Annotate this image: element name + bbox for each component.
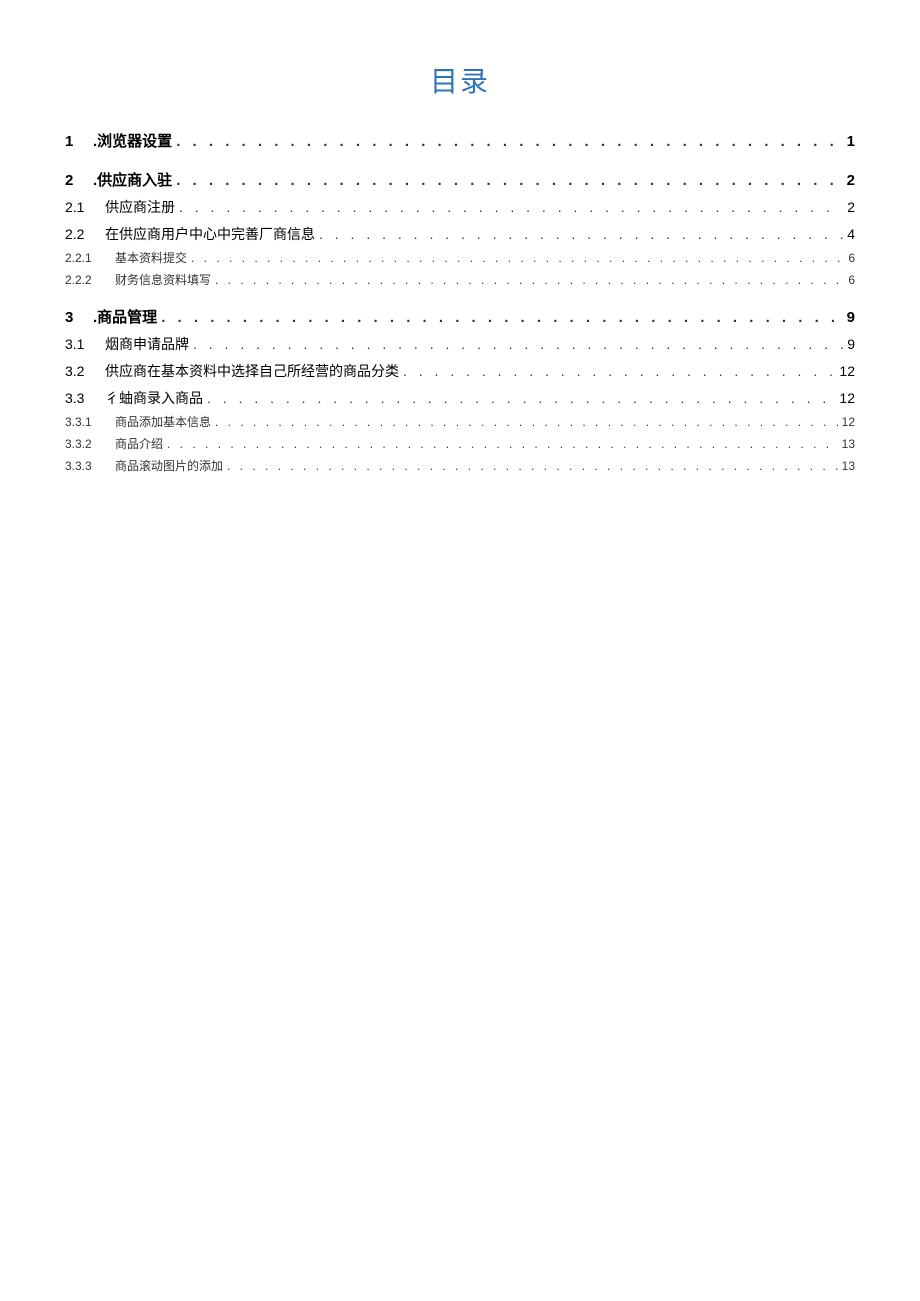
- toc-entry[interactable]: 3.3彳蚰商录入商品. . . . . . . . . . . . . . . …: [65, 388, 855, 408]
- toc-leader-dots: . . . . . . . . . . . . . . . . . . . . …: [207, 390, 835, 406]
- toc-leader-dots: . . . . . . . . . . . . . . . . . . . . …: [319, 226, 843, 242]
- toc-entry[interactable]: 2.2.1基本资料提交 . . . . . . . . . . . . . . .…: [65, 249, 855, 266]
- toc-entry-number: 3: [65, 309, 93, 326]
- toc-entry[interactable]: 2.2在供应商用户中心中完善厂商信息. . . . . . . . . . . …: [65, 224, 855, 244]
- toc-entry-page: 9: [847, 336, 855, 352]
- toc-entry-number: 3.3.2: [65, 437, 115, 451]
- toc-leader-dots: . . . . . . . . . . . . . . . . . . . . …: [176, 133, 842, 150]
- toc-leader-dots: . . . . . . . . . . . . . . . . . . . . …: [167, 437, 838, 451]
- toc-entry[interactable]: 3.3.2商品介绍 . . . . . . . . . . . . . . . .…: [65, 435, 855, 452]
- toc-entry[interactable]: 2. 供应商入驻. . . . . . . . . . . . . . . . …: [65, 169, 855, 190]
- toc-entry-page: 12: [839, 363, 855, 379]
- toc-entry[interactable]: 1.浏览器设置. . . . . . . . . . . . . . . . .…: [65, 130, 855, 151]
- toc-entry-text: 商品添加基本信息: [115, 413, 211, 430]
- toc-entry[interactable]: 3.3.3商品滚动图片的添加 . . . . . . . . . . . . . …: [65, 457, 855, 474]
- toc-entry-text: 在供应商用户中心中完善厂商信息: [105, 224, 315, 244]
- toc-entry-number: 2.2: [65, 226, 105, 242]
- toc-entry-text: 商品介绍: [115, 435, 163, 452]
- toc-entry-number: 2.2.2: [65, 273, 115, 287]
- toc-leader-dots: . . . . . . . . . . . . . . . . . . . . …: [176, 172, 842, 189]
- toc-entry-page: 13: [842, 437, 855, 451]
- toc-entry-number: 2.1: [65, 199, 105, 215]
- toc-entry-page: 6: [848, 273, 855, 287]
- toc-entry-text: 烟商申请品牌: [105, 334, 189, 354]
- toc-entry-number: 2: [65, 172, 93, 189]
- toc-entry-page: 2: [847, 172, 855, 189]
- toc-entry-number: 3.3: [65, 390, 105, 406]
- toc-entry-page: 4: [847, 226, 855, 242]
- toc-entry[interactable]: 3.3.1商品添加基本信息 . . . . . . . . . . . . . .…: [65, 413, 855, 430]
- toc-entry-text: 商品管理: [97, 306, 157, 327]
- toc-title: 目录: [65, 60, 855, 100]
- toc-entry-page: 2: [847, 199, 855, 215]
- toc-entry-number: 3.3.3: [65, 459, 115, 473]
- toc-entry-number: 2.2.1: [65, 251, 115, 265]
- toc-entry[interactable]: 2.1供应商注册. . . . . . . . . . . . . . . . …: [65, 197, 855, 217]
- toc-entry-text: 供应商入驻: [97, 169, 172, 190]
- toc-entry[interactable]: 3.商品管理. . . . . . . . . . . . . . . . . …: [65, 306, 855, 327]
- toc-entry-page: 13: [842, 459, 855, 473]
- toc-entry-text: 商品滚动图片的添加: [115, 457, 223, 474]
- toc-entry-page: 12: [839, 390, 855, 406]
- toc-entry[interactable]: 2.2.2财务信息资料填写 . . . . . . . . . . . . . .…: [65, 271, 855, 288]
- toc-leader-dots: . . . . . . . . . . . . . . . . . . . . …: [227, 459, 838, 473]
- toc-entry-number: 3.2: [65, 363, 105, 379]
- toc-entry[interactable]: 3.1烟商申请品牌. . . . . . . . . . . . . . . .…: [65, 334, 855, 354]
- toc-leader-dots: . . . . . . . . . . . . . . . . . . . . …: [215, 415, 838, 429]
- toc-entry-number: 1: [65, 133, 93, 150]
- toc-leader-dots: . . . . . . . . . . . . . . . . . . . . …: [193, 336, 843, 352]
- toc-entry-text: 财务信息资料填写: [115, 271, 211, 288]
- toc-leader-dots: . . . . . . . . . . . . . . . . . . . . …: [215, 273, 844, 287]
- toc-entry[interactable]: 3.2供应商在基本资料中选择自己所经营的商品分类. . . . . . . . …: [65, 361, 855, 381]
- toc-leader-dots: . . . . . . . . . . . . . . . . . . . . …: [403, 363, 835, 379]
- toc-entry-text: 供应商注册: [105, 197, 175, 217]
- toc-entry-text: 供应商在基本资料中选择自己所经营的商品分类: [105, 361, 399, 381]
- toc-entry-page: 12: [842, 415, 855, 429]
- toc-leader-dots: . . . . . . . . . . . . . . . . . . . . …: [161, 309, 842, 326]
- toc-entry-text: 浏览器设置: [97, 130, 172, 151]
- toc-entry-text: 基本资料提交: [115, 249, 187, 266]
- toc-leader-dots: . . . . . . . . . . . . . . . . . . . . …: [179, 199, 843, 215]
- table-of-contents: 1.浏览器设置. . . . . . . . . . . . . . . . .…: [65, 130, 855, 474]
- toc-entry-number: 3.3.1: [65, 415, 115, 429]
- toc-leader-dots: . . . . . . . . . . . . . . . . . . . . …: [191, 251, 844, 265]
- toc-entry-page: 1: [847, 133, 855, 150]
- toc-entry-number: 3.1: [65, 336, 105, 352]
- toc-entry-page: 9: [847, 309, 855, 326]
- toc-entry-text: 彳蚰商录入商品: [105, 388, 203, 408]
- toc-entry-page: 6: [848, 251, 855, 265]
